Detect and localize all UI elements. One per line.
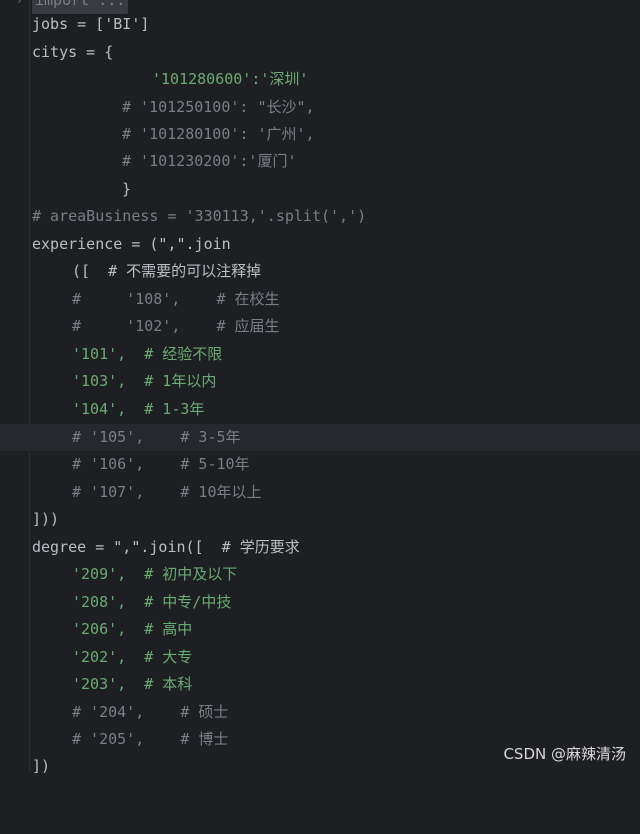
code-line[interactable]: '103', # 1年以内: [0, 368, 640, 395]
code-line[interactable]: '203', # 本科: [0, 671, 640, 698]
code-line[interactable]: # '107', # 10年以上: [0, 479, 640, 506]
code-line[interactable]: jobs = ['BI']: [0, 11, 640, 38]
code-line[interactable]: ([ # 不需要的可以注释掉: [0, 258, 640, 285]
code-text: ])): [32, 510, 60, 528]
code-line[interactable]: ])): [0, 506, 640, 533]
code-string: '202', # 大专: [72, 648, 193, 666]
code-text: degree = ",".join([ # 学历要求: [32, 538, 300, 556]
code-line[interactable]: '101280600':'深圳': [0, 66, 640, 93]
code-comment: # '102', # 应届生: [72, 317, 280, 335]
code-line[interactable]: # '101280100': '广州',: [0, 121, 640, 148]
code-line[interactable]: '208', # 中专/中技: [0, 589, 640, 616]
code-string: '208', # 中专/中技: [72, 593, 232, 611]
code-line[interactable]: citys = {: [0, 39, 640, 66]
code-line[interactable]: '202', # 大专: [0, 644, 640, 671]
code-line[interactable]: # '101250100': "长沙",: [0, 94, 640, 121]
code-comment: # '205', # 博士: [72, 730, 229, 748]
code-comment: # '101230200':'厦门': [122, 152, 297, 170]
code-comment: # '106', # 5-10年: [72, 455, 250, 473]
watermark: CSDN @麻辣清汤: [503, 745, 626, 763]
code-string: '104', # 1-3年: [72, 400, 205, 418]
code-line[interactable]: '104', # 1-3年: [0, 396, 640, 423]
code-line[interactable]: '206', # 高中: [0, 616, 640, 643]
code-comment: # areaBusiness = '330113,'.split(','): [32, 207, 367, 225]
code-string: '203', # 本科: [72, 675, 193, 693]
code-string: '103', # 1年以内: [72, 372, 217, 390]
code-comment: # '105', # 3-5年: [72, 428, 241, 446]
code-text: experience = (",".join: [32, 235, 231, 253]
code-line[interactable]: # '108', # 在校生: [0, 286, 640, 313]
code-text: }: [122, 180, 132, 198]
code-comment: # '101250100': "长沙",: [122, 98, 315, 116]
code-text: jobs = ['BI']: [32, 15, 150, 33]
code-text: citys = {: [32, 43, 114, 61]
code-line[interactable]: }: [0, 176, 640, 203]
code-string: '206', # 高中: [72, 620, 193, 638]
code-string: '101', # 经验不限: [72, 345, 223, 363]
code-comment: # '108', # 在校生: [72, 290, 280, 308]
code-line[interactable]: # '106', # 5-10年: [0, 451, 640, 478]
code-comment: # '204', # 硕士: [72, 703, 229, 721]
code-line[interactable]: '209', # 初中及以下: [0, 561, 640, 588]
code-line[interactable]: degree = ",".join([ # 学历要求: [0, 534, 640, 561]
code-line[interactable]: # '101230200':'厦门': [0, 148, 640, 175]
code-text: ]): [32, 757, 51, 775]
code-string: '101280600':'深圳': [152, 70, 309, 88]
code-line[interactable]: # '102', # 应届生: [0, 313, 640, 340]
code-line[interactable]: # '204', # 硕士: [0, 699, 640, 726]
code-text: ([ # 不需要的可以注释掉: [72, 262, 262, 280]
current-code-line[interactable]: # '105', # 3-5年: [0, 424, 640, 451]
code-string: '209', # 初中及以下: [72, 565, 238, 583]
code-line[interactable]: '101', # 经验不限: [0, 341, 640, 368]
code-comment: # '107', # 10年以上: [72, 483, 262, 501]
code-line[interactable]: experience = (",".join: [0, 231, 640, 258]
code-comment: # '101280100': '广州',: [122, 125, 315, 143]
code-line[interactable]: # areaBusiness = '330113,'.split(','): [0, 203, 640, 230]
